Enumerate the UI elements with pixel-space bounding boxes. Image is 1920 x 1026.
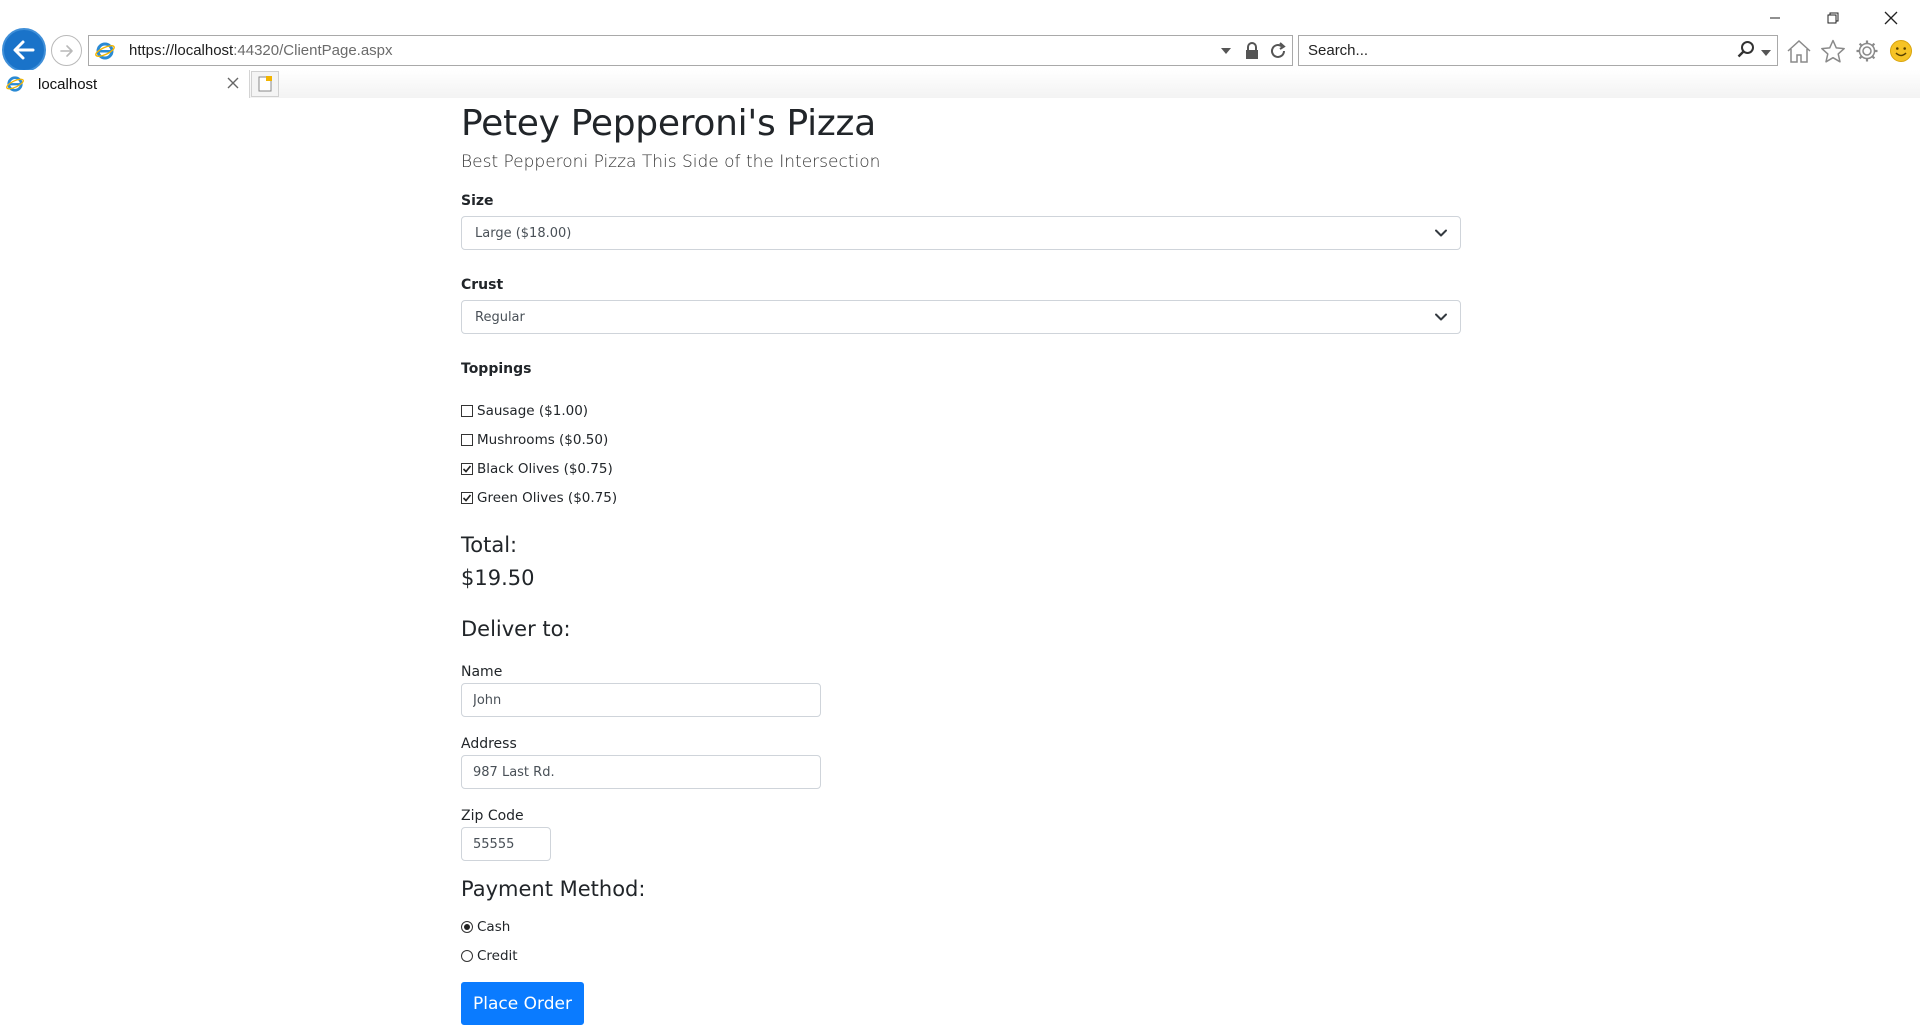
close-window-button[interactable] xyxy=(1862,0,1920,36)
topping-black-olives[interactable]: Black Olives ($0.75) xyxy=(461,454,1461,483)
name-label: Name xyxy=(461,664,503,680)
order-page: Petey Pepperoni's Pizza Best Pepperoni P… xyxy=(461,98,1461,1025)
topping-green-olives[interactable]: Green Olives ($0.75) xyxy=(461,483,1461,512)
feedback-button[interactable] xyxy=(1888,37,1914,65)
caret-down-icon xyxy=(1761,50,1771,56)
back-button[interactable] xyxy=(2,28,46,72)
topping-checkbox[interactable] xyxy=(461,404,473,417)
favorites-button[interactable] xyxy=(1820,37,1846,65)
search-box[interactable] xyxy=(1298,35,1778,66)
payment-option-label: Credit xyxy=(477,947,518,964)
restore-icon xyxy=(1827,12,1839,24)
place-order-button[interactable]: Place Order xyxy=(461,982,584,1025)
checkmark-icon xyxy=(462,493,472,502)
checkmark-icon xyxy=(462,464,472,473)
tab-bar: localhost xyxy=(0,70,1920,98)
address-url[interactable]: https://localhost:44320/ClientPage.aspx xyxy=(129,42,393,59)
refresh-icon xyxy=(1271,41,1286,58)
toppings-list: Sausage ($1.00) Mushrooms ($0.50) Black … xyxy=(461,396,1461,512)
topping-label: Green Olives ($0.75) xyxy=(477,489,618,506)
home-icon xyxy=(1787,39,1811,63)
toppings-label: Toppings xyxy=(461,361,532,377)
search-input[interactable] xyxy=(1308,42,1708,59)
refresh-button[interactable] xyxy=(1268,40,1288,62)
crust-selected-value: Regular xyxy=(475,309,525,325)
search-button[interactable] xyxy=(1737,40,1755,62)
forward-button[interactable] xyxy=(51,35,82,66)
url-path: :44320/ClientPage.aspx xyxy=(233,42,393,59)
chevron-down-icon xyxy=(1435,313,1447,321)
ie-logo-icon xyxy=(6,76,24,92)
caret-down-icon xyxy=(1221,47,1231,54)
restore-button[interactable] xyxy=(1804,0,1862,36)
window-controls xyxy=(1746,0,1920,36)
payment-options: Cash Credit xyxy=(461,912,1461,970)
zip-label: Zip Code xyxy=(461,808,524,824)
page-subtitle: Best Pepperoni Pizza This Side of the In… xyxy=(461,152,881,172)
arrow-left-icon xyxy=(13,40,35,60)
address-label: Address xyxy=(461,736,517,752)
name-field[interactable] xyxy=(461,683,821,717)
close-icon xyxy=(227,77,239,89)
topping-sausage[interactable]: Sausage ($1.00) xyxy=(461,396,1461,425)
lock-icon xyxy=(1246,41,1258,59)
smiley-icon xyxy=(1890,40,1912,62)
address-dropdown-button[interactable] xyxy=(1216,40,1236,62)
tab-title: localhost xyxy=(38,75,98,93)
total-label: Total: xyxy=(461,533,518,557)
topping-label: Sausage ($1.00) xyxy=(477,402,589,419)
payment-option-credit[interactable]: Credit xyxy=(461,941,1461,970)
zip-field[interactable] xyxy=(461,827,551,861)
address-field[interactable] xyxy=(461,755,821,789)
size-select[interactable]: Large ($18.00) xyxy=(461,216,1461,250)
crust-select[interactable]: Regular xyxy=(461,300,1461,334)
toolbar-icons xyxy=(1786,36,1914,66)
chevron-down-icon xyxy=(1435,229,1447,237)
tab-close-button[interactable] xyxy=(227,74,239,94)
size-selected-value: Large ($18.00) xyxy=(475,225,572,241)
payment-radio[interactable] xyxy=(461,920,473,933)
topping-checkbox[interactable] xyxy=(461,433,473,446)
topping-label: Mushrooms ($0.50) xyxy=(477,431,609,448)
address-tools xyxy=(1216,36,1288,65)
payment-heading: Payment Method: xyxy=(461,877,646,901)
search-dropdown-button[interactable] xyxy=(1761,41,1771,60)
star-icon xyxy=(1821,39,1845,63)
arrow-right-icon xyxy=(59,44,73,57)
gear-icon xyxy=(1856,40,1878,62)
topping-checkbox[interactable] xyxy=(461,462,473,475)
address-bar[interactable]: https://localhost:44320/ClientPage.aspx xyxy=(88,35,1293,66)
payment-option-cash[interactable]: Cash xyxy=(461,912,1461,941)
search-tools xyxy=(1737,36,1771,65)
topping-label: Black Olives ($0.75) xyxy=(477,460,613,477)
tab-localhost[interactable]: localhost xyxy=(0,70,250,98)
security-lock-button[interactable] xyxy=(1242,40,1262,62)
crust-label: Crust xyxy=(461,277,504,293)
url-host: https://localhost xyxy=(129,42,234,59)
topping-checkbox[interactable] xyxy=(461,491,473,504)
minimize-button[interactable] xyxy=(1746,0,1804,36)
settings-button[interactable] xyxy=(1854,37,1880,65)
topping-mushrooms[interactable]: Mushrooms ($0.50) xyxy=(461,425,1461,454)
new-tab-icon xyxy=(258,76,272,92)
total-value: $19.50 xyxy=(461,566,535,590)
minimize-icon xyxy=(1770,17,1780,19)
payment-radio[interactable] xyxy=(461,949,473,962)
new-tab-button[interactable] xyxy=(251,71,279,97)
home-button[interactable] xyxy=(1786,37,1812,65)
ie-logo-icon xyxy=(95,42,115,59)
search-icon xyxy=(1737,40,1754,57)
close-icon xyxy=(1884,11,1898,25)
browser-chrome: https://localhost:44320/ClientPage.aspx … xyxy=(0,0,1920,98)
page-title: Petey Pepperoni's Pizza xyxy=(461,103,876,144)
deliver-heading: Deliver to: xyxy=(461,617,571,641)
size-label: Size xyxy=(461,193,494,209)
payment-option-label: Cash xyxy=(477,918,511,935)
